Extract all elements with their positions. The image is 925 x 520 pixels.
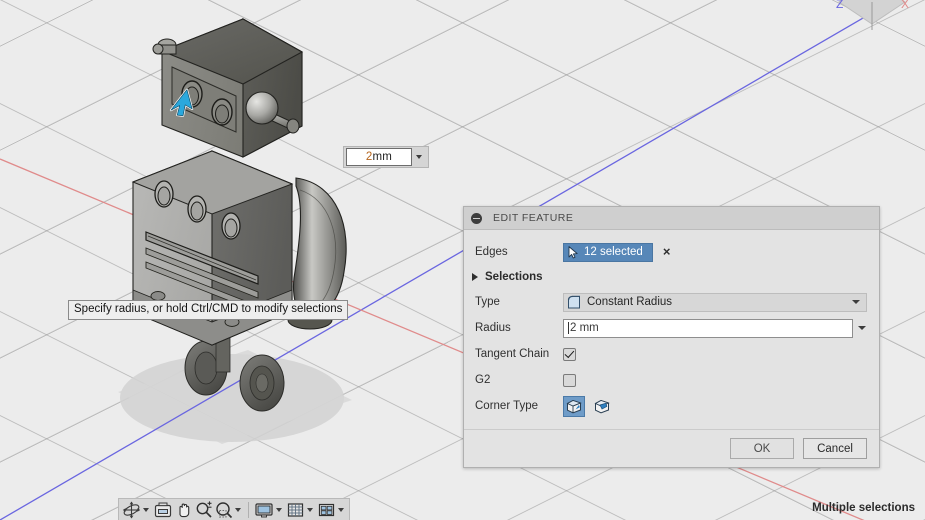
fit-magnifier-icon	[216, 501, 233, 518]
type-combobox[interactable]: Constant Radius	[563, 292, 867, 312]
g2-label: G2	[475, 374, 491, 386]
corner-type-label: Corner Type	[475, 400, 539, 412]
row-g2: G2	[464, 367, 879, 393]
dialog-title: EDIT FEATURE	[493, 212, 574, 224]
orbit-button[interactable]	[121, 500, 142, 520]
robot-head	[152, 18, 304, 158]
radius-value: 2 mm	[570, 322, 599, 334]
collapse-minus-icon[interactable]	[471, 212, 482, 224]
look-at-icon	[154, 502, 172, 517]
row-radius: Radius 2 mm	[464, 315, 879, 341]
clear-selection-icon[interactable]: ×	[663, 245, 671, 258]
fillet-constant-radius-icon	[567, 295, 580, 308]
display-monitor-icon	[255, 502, 273, 517]
g2-checkbox[interactable]	[563, 373, 576, 387]
selections-section-header[interactable]: Selections	[464, 265, 879, 289]
robot-nose-ball	[245, 91, 300, 134]
radius-label: Radius	[475, 322, 511, 334]
viewports-dropdown-icon[interactable]	[338, 507, 344, 512]
viewports-button[interactable]	[316, 500, 337, 520]
zoom-button[interactable]	[194, 500, 214, 520]
manipulator-value-box[interactable]: 2 mm	[343, 146, 429, 168]
navigation-toolbar[interactable]	[118, 498, 350, 520]
triangle-right-icon	[472, 273, 478, 281]
toolbar-divider	[248, 501, 249, 518]
row-corner-type: Corner Type	[464, 393, 879, 419]
row-tangent-chain: Tangent Chain	[464, 341, 879, 367]
dialog-footer: OK Cancel	[464, 429, 879, 467]
viewport-tooltip: Specify radius, or hold Ctrl/CMD to modi…	[68, 300, 349, 320]
orbit-dropdown-icon[interactable]	[143, 507, 149, 512]
edit-feature-dialog[interactable]: EDIT FEATURE Edges 12 selected × Selecti…	[463, 206, 880, 468]
zoom-magnifier-icon	[196, 500, 212, 518]
robot-model	[131, 18, 347, 412]
radius-chevron-down-icon[interactable]	[858, 326, 866, 330]
pan-button[interactable]	[174, 500, 194, 520]
robot-wheels	[184, 335, 285, 412]
dialog-titlebar[interactable]: EDIT FEATURE	[464, 207, 879, 230]
manipulator-value-input[interactable]: 2 mm	[346, 148, 412, 166]
pan-hand-icon	[179, 503, 190, 517]
viewport-layout-icon	[318, 503, 335, 516]
type-label: Type	[475, 296, 500, 308]
manipulator-dropdown-icon[interactable]	[412, 148, 426, 166]
manipulator-value-unit: mm	[372, 151, 393, 163]
radius-input[interactable]: 2 mm	[563, 318, 853, 338]
edges-label: Edges	[475, 246, 508, 258]
row-type: Type Constant Radius	[464, 289, 879, 315]
manipulator-value-number: 2	[365, 151, 373, 163]
tangent-chain-label: Tangent Chain	[475, 348, 550, 360]
cancel-button[interactable]: Cancel	[803, 438, 867, 459]
axis-label-x: X	[901, 0, 909, 11]
status-text: Multiple selections	[812, 502, 915, 514]
corner-rolling-ball-icon	[566, 399, 582, 413]
corner-rolling-ball-button[interactable]	[563, 395, 585, 417]
tangent-chain-checkbox[interactable]	[563, 347, 576, 361]
cursor-arrow-icon	[568, 245, 578, 258]
corner-setback-button[interactable]	[591, 396, 613, 417]
type-value: Constant Radius	[587, 296, 673, 308]
edges-selection-count: 12 selected	[584, 246, 643, 258]
selection-cursor-arrow	[169, 88, 194, 117]
fit-button[interactable]	[214, 500, 234, 520]
grid-snaps-button[interactable]	[285, 500, 306, 520]
text-caret	[568, 322, 569, 334]
edges-selection-button[interactable]: 12 selected	[563, 242, 653, 262]
display-settings-button[interactable]	[253, 500, 275, 520]
corner-setback-icon	[594, 399, 610, 413]
orbit-icon	[122, 501, 141, 518]
selections-label: Selections	[485, 271, 543, 283]
fusion360-window: Z X 2 mm Specify radius, or hold Ctrl/CM…	[0, 0, 925, 520]
dialog-body: Edges 12 selected × Selections Type Cons…	[464, 230, 879, 429]
axis-label-z: Z	[836, 0, 843, 11]
grid-snaps-dropdown-icon[interactable]	[307, 507, 313, 512]
grid-icon	[287, 502, 304, 517]
ok-button[interactable]: OK	[730, 438, 794, 459]
fit-dropdown-icon[interactable]	[235, 507, 241, 512]
look-at-button[interactable]	[152, 500, 174, 520]
type-chevron-down-icon[interactable]	[852, 300, 860, 304]
row-edges: Edges 12 selected ×	[464, 239, 879, 265]
display-settings-dropdown-icon[interactable]	[276, 507, 282, 512]
